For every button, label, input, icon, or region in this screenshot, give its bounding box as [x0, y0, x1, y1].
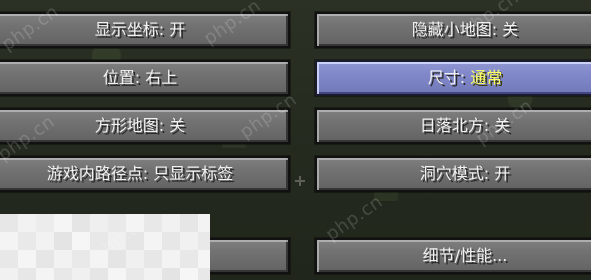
blur-cell — [72, 250, 90, 268]
blur-cell — [36, 268, 54, 280]
waypoint-button[interactable]: 游戏内路径点: 只显示标签 — [0, 156, 290, 192]
blur-cell — [36, 250, 54, 268]
show-coords-value: 开 — [169, 20, 186, 39]
blur-cell — [18, 214, 36, 232]
blur-cell — [198, 214, 210, 232]
sunset-north-button[interactable]: 日落北方: 关 — [315, 108, 591, 144]
blur-cell — [126, 268, 144, 280]
blur-cell — [0, 214, 18, 232]
blur-cell — [144, 250, 162, 268]
blur-cell — [54, 250, 72, 268]
blur-cell — [198, 250, 210, 268]
blur-cell — [36, 214, 54, 232]
hide-minimap-button[interactable]: 隐藏小地图: 关 — [315, 12, 591, 48]
blur-cell — [72, 214, 90, 232]
blur-cell — [18, 232, 36, 250]
blur-cell — [0, 268, 18, 280]
position-value: 右上 — [145, 68, 178, 87]
details-performance-label: 细节/性能... — [422, 246, 508, 265]
blur-cell — [0, 250, 18, 268]
details-performance-button[interactable]: 细节/性能... — [315, 238, 591, 274]
position-label: 位置: — [102, 68, 141, 87]
position-button[interactable]: 位置: 右上 — [0, 60, 290, 96]
blur-cell — [36, 232, 54, 250]
hide-minimap-value: 关 — [502, 20, 519, 39]
blur-cell — [198, 268, 210, 280]
square-map-label: 方形地图: — [94, 116, 165, 135]
blur-cell — [180, 232, 198, 250]
show-coords-label: 显示坐标: — [94, 20, 165, 39]
cave-mode-button[interactable]: 洞穴模式: 开 — [315, 156, 591, 192]
cave-mode-value: 开 — [494, 164, 511, 183]
blur-cell — [144, 232, 162, 250]
blur-cell — [162, 232, 180, 250]
blur-cell — [180, 214, 198, 232]
size-label: 尺寸: — [427, 68, 466, 87]
blur-cell — [54, 214, 72, 232]
blur-cell — [54, 232, 72, 250]
size-button[interactable]: 尺寸: 通常 — [315, 60, 591, 96]
blur-cell — [198, 232, 210, 250]
cave-mode-label: 洞穴模式: — [419, 164, 490, 183]
blur-cell — [162, 268, 180, 280]
blur-cell — [162, 250, 180, 268]
blur-cell — [18, 268, 36, 280]
crosshair-icon — [295, 176, 305, 186]
blur-cell — [90, 268, 108, 280]
blur-cell — [126, 250, 144, 268]
blur-cell — [18, 250, 36, 268]
waypoint-value: 只显示标签 — [153, 164, 234, 183]
square-map-value: 关 — [169, 116, 186, 135]
blur-cell — [90, 214, 108, 232]
waypoint-label: 游戏内路径点: — [46, 164, 149, 183]
blur-cell — [144, 268, 162, 280]
blur-cell — [162, 214, 180, 232]
blur-cell — [180, 268, 198, 280]
blur-cell — [54, 268, 72, 280]
size-value: 通常 — [470, 68, 503, 87]
blur-cell — [180, 250, 198, 268]
blur-cell — [108, 268, 126, 280]
blur-cell — [0, 232, 18, 250]
blur-cell — [72, 268, 90, 280]
